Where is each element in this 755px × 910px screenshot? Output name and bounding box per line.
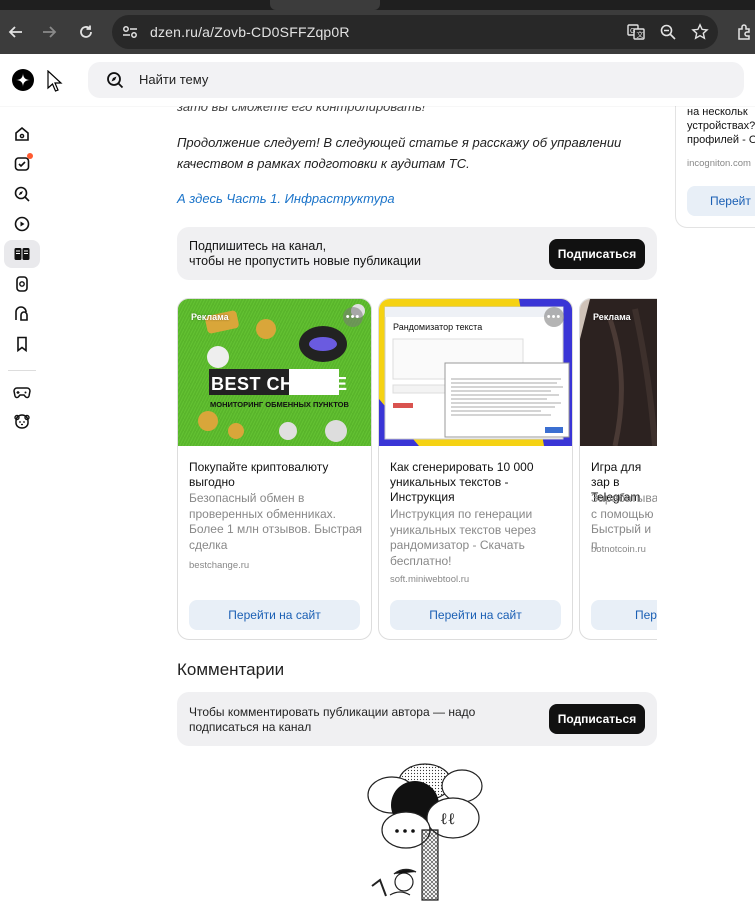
ad-visit-button[interactable]: Перейти на сайт xyxy=(189,600,360,630)
ad-image-title: Рандомизатор текста xyxy=(393,322,483,332)
comments-text: Чтобы комментировать публикации автора —… xyxy=(189,705,476,734)
svg-text:G: G xyxy=(630,28,635,35)
aside-line-1: на нескольк xyxy=(687,106,748,118)
ad-visit-button[interactable]: Перейти на сайт xyxy=(390,600,561,630)
puzzle-icon[interactable] xyxy=(731,18,755,46)
article-paragraph: Продолжение следует! В следующей статье … xyxy=(177,135,622,171)
left-sidebar xyxy=(0,106,46,905)
address-bar[interactable]: dzen.ru/a/Zovb-CD0SFFZqp0R G文 xyxy=(112,15,718,49)
subscribe-button[interactable]: Подписаться xyxy=(549,239,645,269)
browser-toolbar: dzen.ru/a/Zovb-CD0SFFZqp0R G文 xyxy=(0,10,755,54)
ad-badge: Реклама xyxy=(191,312,229,322)
ad-domain[interactable]: botnotcoin.ru xyxy=(591,544,646,555)
svg-text:文: 文 xyxy=(637,30,644,39)
ad-visit-button[interactable]: Пере xyxy=(591,600,657,630)
subscriptions-icon[interactable] xyxy=(4,150,40,178)
ad-image-subtitle: МОНИТОРИНГ ОБМЕННЫХ ПУНКТОВ xyxy=(210,400,349,409)
active-tab[interactable] xyxy=(270,0,380,10)
ad-card[interactable]: Рандомизатор текста ••• Как сгенерироват… xyxy=(378,298,573,640)
comments-illustration: ℓℓ xyxy=(350,760,500,905)
bookmarks-icon[interactable] xyxy=(4,330,40,358)
subscribe-text: Подпишитесь на канал, чтобы не пропустит… xyxy=(189,239,509,269)
site-info-icon[interactable] xyxy=(120,22,140,42)
reload-icon[interactable] xyxy=(72,18,100,46)
comments-subscribe-button[interactable]: Подписаться xyxy=(549,704,645,734)
ads-carousel: BEST CHANGE МОНИТОРИНГ ОБМЕННЫХ ПУНКТОВ … xyxy=(177,298,657,640)
sidebar-divider xyxy=(8,370,36,371)
articles-icon[interactable] xyxy=(4,240,40,268)
aside-ad-domain[interactable]: incogniton.com xyxy=(687,158,751,169)
notification-dot xyxy=(27,153,33,159)
forward-arrow-icon[interactable] xyxy=(35,18,63,46)
ad-image: Рандомизатор текста ••• xyxy=(379,299,572,446)
ad-image: BEST CHANGE МОНИТОРИНГ ОБМЕННЫХ ПУНКТОВ … xyxy=(178,299,371,446)
aside-line-2: устройствах? xyxy=(687,120,755,132)
aside-ad-button[interactable]: Перейт xyxy=(687,186,755,216)
dzen-logo-icon[interactable] xyxy=(12,69,34,91)
studio-icon[interactable] xyxy=(4,300,40,328)
ad-image-title: BEST CHANGE xyxy=(211,374,348,394)
svg-text:ℓℓ: ℓℓ xyxy=(440,809,456,828)
topic-search[interactable]: Найти тему xyxy=(88,62,744,98)
search-placeholder[interactable]: Найти тему xyxy=(139,72,208,87)
zoom-icon[interactable] xyxy=(656,20,680,44)
ad-description: Инструкция по генерации уникальных текст… xyxy=(390,507,537,568)
ad-domain[interactable]: soft.miniwebtool.ru xyxy=(390,574,469,585)
back-arrow-icon[interactable] xyxy=(2,18,30,46)
home-icon[interactable] xyxy=(4,120,40,148)
explore-icon[interactable] xyxy=(4,180,40,208)
ad-title[interactable]: Покупайте криптовалюту выгодно xyxy=(189,460,364,490)
site-header: Найти тему xyxy=(0,54,755,106)
ad-domain[interactable]: bestchange.ru xyxy=(189,560,249,571)
compass-search-icon xyxy=(106,71,124,89)
url-text[interactable]: dzen.ru/a/Zovb-CD0SFFZqp0R xyxy=(150,24,350,40)
games-icon[interactable] xyxy=(4,378,40,406)
aside-line-3: профилей - О xyxy=(687,134,755,146)
bookmark-star-icon[interactable] xyxy=(688,20,712,44)
comments-subscribe-block: Чтобы комментировать публикации автора —… xyxy=(177,692,657,746)
video-icon[interactable] xyxy=(4,210,40,238)
tab-strip xyxy=(0,0,755,10)
subscribe-block: Подпишитесь на канал, чтобы не пропустит… xyxy=(177,227,657,280)
comments-title: Комментарии xyxy=(177,660,285,679)
subscribe-line-2: чтобы не пропустить новые публикации xyxy=(189,254,421,268)
translate-icon[interactable]: G文 xyxy=(624,20,648,44)
shorts-icon[interactable] xyxy=(4,270,40,298)
aside-ad-text: на нескольк устройствах? профилей - О xyxy=(687,105,755,147)
ad-badge: Реклама xyxy=(593,312,631,322)
ad-card[interactable]: Реклама Игра для зар в Telegram Зарабаты… xyxy=(579,298,657,640)
article-link[interactable]: А здесь Часть 1. Инфраструктура xyxy=(177,191,395,206)
ad-description: Безопасный обмен в проверенных обменника… xyxy=(189,491,363,552)
ad-image: Реклама xyxy=(580,299,657,446)
more-options-icon[interactable]: ••• xyxy=(343,307,363,327)
subscribe-line-1: Подпишитесь на канал, xyxy=(189,239,327,253)
ad-title[interactable]: Как сгенерировать 10 000 уникальных текс… xyxy=(390,460,565,505)
kids-icon[interactable] xyxy=(4,408,40,436)
mouse-cursor-icon xyxy=(47,69,63,92)
ad-card[interactable]: BEST CHANGE МОНИТОРИНГ ОБМЕННЫХ ПУНКТОВ … xyxy=(177,298,372,640)
more-options-icon[interactable]: ••• xyxy=(544,307,564,327)
